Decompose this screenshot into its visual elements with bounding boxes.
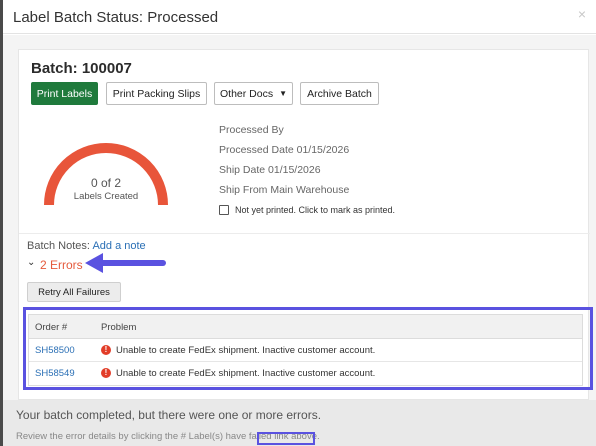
problem-text: Unable to create FedEx shipment. Inactiv… [116,345,376,356]
annotation-arrow [85,253,166,273]
batch-title: Batch: 100007 [31,60,132,77]
printed-checkbox-label[interactable]: Not yet printed. Click to mark as printe… [235,205,395,215]
other-docs-label: Other Docs [219,87,274,100]
error-icon: ! [101,368,111,378]
close-icon[interactable]: × [578,6,586,22]
gauge-value: 0 of 2 [90,176,122,190]
label-batch-modal: Label Batch Status: Processed × Batch: 1… [3,0,596,446]
other-docs-dropdown[interactable]: Other Docs ▼ [214,82,293,105]
error-icon: ! [101,345,111,355]
status-footer: Your batch completed, but there were one… [3,400,596,446]
table-header: Order # Problem [29,315,582,339]
modal-header: Label Batch Status: Processed × [3,0,596,34]
errors-table: Order # Problem SH58500 ! Unable to crea… [28,314,583,386]
column-header-problem: Problem [101,322,137,333]
chevron-down-icon[interactable]: ⌄ [27,257,35,268]
order-link[interactable]: SH58549 [35,368,75,379]
ship-from: Ship From Main Warehouse [219,184,350,196]
table-row: SH58500 ! Unable to create FedEx shipmen… [29,339,582,362]
archive-batch-button[interactable]: Archive Batch [300,82,379,105]
footer-message: Your batch completed, but there were one… [16,408,322,422]
order-link[interactable]: SH58500 [35,345,75,356]
print-labels-button[interactable]: Print Labels [31,82,98,105]
retry-all-failures-button[interactable]: Retry All Failures [27,282,121,302]
gauge-caption: Labels Created [73,191,139,202]
batch-notes-label: Batch Notes: [27,240,90,252]
ship-date: Ship Date 01/15/2026 [219,164,321,176]
batch-summary: 0 of 2 Labels Created Processed By Proce… [19,112,590,234]
annotation-link-highlight [257,432,315,445]
problem-text: Unable to create FedEx shipment. Inactiv… [116,368,376,379]
modal-title: Label Batch Status: Processed [13,9,219,26]
printed-checkbox[interactable] [219,205,229,215]
errors-toggle[interactable]: 2 Errors [40,258,83,272]
column-header-order: Order # [35,322,68,333]
chevron-down-icon: ▼ [279,89,288,98]
processed-date: Processed Date 01/15/2026 [219,144,350,156]
table-row: SH58549 ! Unable to create FedEx shipmen… [29,362,582,385]
print-packing-slips-button[interactable]: Print Packing Slips [106,82,207,105]
processed-by: Processed By [219,124,284,136]
